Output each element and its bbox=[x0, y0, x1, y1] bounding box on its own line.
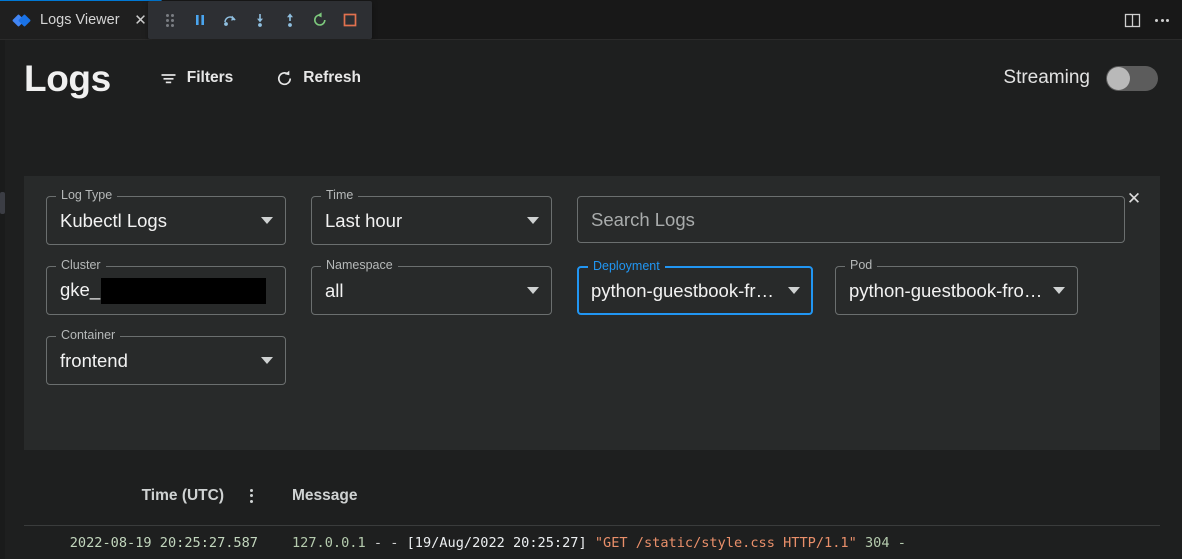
chevron-down-icon bbox=[788, 287, 800, 294]
editor-tab-label: Logs Viewer bbox=[40, 12, 120, 28]
editor-tab-bar: Logs Viewer ✕ bbox=[0, 0, 1182, 40]
namespace-value: all bbox=[325, 280, 521, 302]
search-logs-input[interactable]: Search Logs bbox=[577, 196, 1125, 243]
split-editor-icon[interactable] bbox=[1118, 6, 1146, 34]
column-header-message[interactable]: Message bbox=[268, 487, 357, 505]
log-type-label: Log Type bbox=[56, 189, 117, 202]
filters-row-3: Container frontend bbox=[46, 336, 1138, 385]
logs-table: Time (UTC) Message 2022-08-19 20:25:27.5… bbox=[24, 466, 1160, 559]
filters-panel: ✕ Log Type Kubectl Logs Time Last hour S… bbox=[24, 176, 1160, 450]
log-dashes: - - bbox=[374, 535, 399, 551]
time-value: Last hour bbox=[325, 210, 521, 232]
chevron-down-icon bbox=[261, 217, 273, 224]
filters-button[interactable]: Filters bbox=[149, 63, 244, 94]
filters-button-label: Filters bbox=[187, 69, 234, 87]
cluster-label: Cluster bbox=[56, 259, 106, 272]
editor-actions bbox=[1118, 0, 1176, 40]
streaming-label: Streaming bbox=[1003, 67, 1090, 89]
filters-row-2: Cluster gke_ Namespace all Deployment py… bbox=[46, 266, 1138, 315]
pod-label: Pod bbox=[845, 259, 877, 272]
step-into-icon bbox=[251, 11, 269, 29]
chevron-down-icon bbox=[1053, 287, 1065, 294]
logs-viewer-page: Logs Filters Refresh Streaming ✕ bbox=[0, 40, 1182, 559]
cluster-value: gke_ bbox=[60, 278, 273, 304]
column-header-time[interactable]: Time (UTC) bbox=[24, 487, 234, 505]
pause-button[interactable] bbox=[186, 6, 214, 34]
streaming-toggle-knob bbox=[1107, 67, 1130, 90]
pod-select[interactable]: Pod python-guestbook-fro… bbox=[835, 266, 1078, 315]
page-title: Logs bbox=[24, 60, 111, 97]
search-logs-placeholder: Search Logs bbox=[591, 209, 1112, 231]
step-over-icon bbox=[221, 11, 239, 29]
log-type-select[interactable]: Log Type Kubectl Logs bbox=[46, 196, 286, 245]
page-scrollbar-thumb[interactable] bbox=[0, 192, 5, 214]
log-message: 127.0.0.1 - - [19/Aug/2022 20:25:27] "GE… bbox=[268, 535, 906, 551]
log-date: [19/Aug/2022 20:25:27] bbox=[407, 535, 587, 551]
table-row[interactable]: 2022-08-19 20:25:27.587 127.0.0.1 - - [1… bbox=[24, 526, 1160, 559]
log-request: "GET /static/style.css HTTP/1.1" bbox=[595, 535, 857, 551]
refresh-button-label: Refresh bbox=[303, 69, 361, 87]
debug-toolbar[interactable] bbox=[148, 1, 372, 39]
editor-tab-logs-viewer[interactable]: Logs Viewer ✕ bbox=[0, 0, 162, 39]
deployment-label: Deployment bbox=[588, 260, 665, 273]
step-out-icon bbox=[281, 11, 299, 29]
restart-button[interactable] bbox=[306, 6, 334, 34]
refresh-icon bbox=[275, 69, 294, 88]
restart-icon bbox=[311, 11, 329, 29]
chevron-down-icon bbox=[527, 217, 539, 224]
container-label: Container bbox=[56, 329, 120, 342]
cloud-code-logo-icon bbox=[14, 12, 31, 29]
log-type-value: Kubectl Logs bbox=[60, 210, 255, 232]
chevron-down-icon bbox=[261, 357, 273, 364]
drag-handle[interactable] bbox=[156, 6, 184, 34]
page-header: Logs Filters Refresh Streaming bbox=[0, 40, 1182, 116]
column-menu-icon[interactable] bbox=[234, 489, 268, 503]
filter-lines-icon bbox=[159, 69, 178, 88]
time-label: Time bbox=[321, 189, 358, 202]
page-scrollbar-track[interactable] bbox=[0, 40, 5, 559]
namespace-select[interactable]: Namespace all bbox=[311, 266, 552, 315]
stop-square-icon bbox=[341, 11, 359, 29]
pod-value: python-guestbook-fro… bbox=[849, 280, 1047, 302]
container-select[interactable]: Container frontend bbox=[46, 336, 286, 385]
log-time: 2022-08-19 20:25:27.587 bbox=[24, 535, 268, 551]
streaming-toggle[interactable] bbox=[1106, 66, 1158, 91]
time-select[interactable]: Time Last hour bbox=[311, 196, 552, 245]
step-into-button[interactable] bbox=[246, 6, 274, 34]
streaming-control[interactable]: Streaming bbox=[1003, 66, 1158, 91]
namespace-label: Namespace bbox=[321, 259, 398, 272]
container-value: frontend bbox=[60, 350, 255, 372]
pause-icon bbox=[192, 12, 208, 28]
deployment-value: python-guestbook-fro… bbox=[591, 280, 782, 302]
redaction-bar bbox=[101, 278, 266, 304]
log-ip: 127.0.0.1 bbox=[292, 535, 366, 551]
step-over-button[interactable] bbox=[216, 6, 244, 34]
deployment-select[interactable]: Deployment python-guestbook-fro… bbox=[577, 266, 813, 315]
grip-dots-icon bbox=[166, 14, 174, 27]
logs-table-header: Time (UTC) Message bbox=[24, 466, 1160, 526]
stop-button[interactable] bbox=[336, 6, 364, 34]
filters-row-1: Log Type Kubectl Logs Time Last hour Sea… bbox=[46, 196, 1138, 245]
cluster-input[interactable]: Cluster gke_ bbox=[46, 266, 286, 315]
refresh-button[interactable]: Refresh bbox=[265, 63, 371, 94]
log-status: 304 - bbox=[865, 535, 906, 551]
more-actions-icon[interactable] bbox=[1148, 6, 1176, 34]
step-out-button[interactable] bbox=[276, 6, 304, 34]
chevron-down-icon bbox=[527, 287, 539, 294]
